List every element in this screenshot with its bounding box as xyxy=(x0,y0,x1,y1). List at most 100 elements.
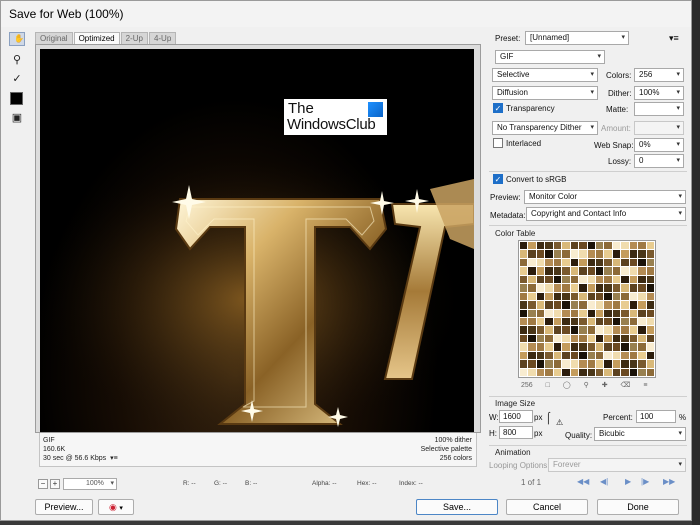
color-swatch[interactable] xyxy=(520,317,528,326)
color-swatch[interactable] xyxy=(587,267,595,275)
color-swatch[interactable] xyxy=(646,292,654,301)
color-swatch[interactable] xyxy=(545,292,553,301)
matte-select[interactable]: ▾ xyxy=(634,102,684,116)
zoom-tool-icon[interactable]: ⚲ xyxy=(9,51,25,67)
color-swatch[interactable] xyxy=(528,368,536,376)
color-swatch[interactable] xyxy=(570,368,579,376)
color-swatch[interactable] xyxy=(579,360,587,368)
color-swatch[interactable] xyxy=(629,334,638,343)
tab-2-up[interactable]: 2-Up xyxy=(120,32,148,44)
color-swatch[interactable] xyxy=(612,242,621,250)
color-swatch[interactable] xyxy=(638,334,646,343)
color-swatch[interactable] xyxy=(629,351,638,360)
color-swatch[interactable] xyxy=(562,309,570,317)
color-swatch[interactable] xyxy=(536,275,545,284)
color-swatch[interactable] xyxy=(536,351,545,360)
color-swatch[interactable] xyxy=(587,317,595,326)
color-swatch[interactable] xyxy=(587,275,595,284)
color-swatch[interactable] xyxy=(528,309,536,317)
color-swatch[interactable] xyxy=(612,351,621,360)
color-swatch[interactable] xyxy=(646,360,654,368)
color-swatch[interactable] xyxy=(629,317,638,326)
color-swatch[interactable] xyxy=(553,258,562,267)
color-swatch[interactable] xyxy=(536,301,545,309)
color-swatch[interactable] xyxy=(587,301,595,309)
color-swatch[interactable] xyxy=(587,242,595,250)
color-swatch[interactable] xyxy=(528,250,536,258)
color-swatch[interactable] xyxy=(646,258,654,267)
color-swatch[interactable] xyxy=(536,242,545,250)
color-swatch[interactable] xyxy=(638,301,646,309)
color-swatch[interactable] xyxy=(553,368,562,376)
color-swatch[interactable] xyxy=(646,326,654,334)
color-swatch[interactable] xyxy=(621,309,629,317)
color-swatch[interactable] xyxy=(579,351,587,360)
color-swatch[interactable] xyxy=(562,301,570,309)
color-swatch[interactable] xyxy=(553,250,562,258)
color-swatch[interactable] xyxy=(570,301,579,309)
color-swatch[interactable] xyxy=(528,360,536,368)
color-swatch[interactable] xyxy=(520,309,528,317)
color-swatch[interactable] xyxy=(604,343,612,351)
color-swatch[interactable] xyxy=(629,250,638,258)
color-swatch[interactable] xyxy=(604,317,612,326)
preview-button[interactable]: Preview... xyxy=(35,499,93,515)
next-frame-icon[interactable]: |▶ xyxy=(641,477,649,486)
color-swatch[interactable] xyxy=(570,250,579,258)
color-swatch[interactable] xyxy=(604,250,612,258)
color-swatch[interactable] xyxy=(638,326,646,334)
metadata-select[interactable]: Copyright and Contact Info ▾ xyxy=(526,207,686,221)
color-swatch[interactable] xyxy=(528,317,536,326)
color-swatch[interactable] xyxy=(638,360,646,368)
first-frame-icon[interactable]: ◀◀ xyxy=(577,477,589,486)
color-swatch[interactable] xyxy=(629,360,638,368)
color-swatch[interactable] xyxy=(621,242,629,250)
browser-preview-menu[interactable]: ◉ ▾ xyxy=(98,499,134,515)
color-swatch[interactable] xyxy=(570,309,579,317)
color-swatch[interactable] xyxy=(621,275,629,284)
color-swatch[interactable] xyxy=(638,250,646,258)
color-swatch[interactable] xyxy=(629,275,638,284)
color-swatch[interactable] xyxy=(579,250,587,258)
color-swatch[interactable] xyxy=(595,334,604,343)
color-swatch[interactable] xyxy=(545,267,553,275)
color-swatch[interactable] xyxy=(587,250,595,258)
previous-frame-icon[interactable]: ◀| xyxy=(600,477,608,486)
color-swatch[interactable] xyxy=(579,242,587,250)
color-swatch[interactable] xyxy=(520,301,528,309)
color-swatch[interactable] xyxy=(579,284,587,292)
color-swatch[interactable] xyxy=(545,301,553,309)
color-swatch[interactable] xyxy=(646,334,654,343)
color-swatch[interactable] xyxy=(570,275,579,284)
color-swatch[interactable] xyxy=(536,343,545,351)
color-swatch[interactable] xyxy=(528,326,536,334)
color-swatch[interactable] xyxy=(646,284,654,292)
color-swatch[interactable] xyxy=(604,275,612,284)
color-table-menu-icon[interactable]: ≡ xyxy=(643,382,647,389)
lossy-select[interactable]: 0 ▾ xyxy=(634,154,684,168)
color-swatch[interactable] xyxy=(595,360,604,368)
color-swatch[interactable] xyxy=(545,258,553,267)
eyedropper-color-swatch[interactable] xyxy=(10,92,23,105)
color-swatch[interactable] xyxy=(621,292,629,301)
color-swatch[interactable] xyxy=(604,292,612,301)
color-swatch[interactable] xyxy=(570,267,579,275)
color-swatch[interactable] xyxy=(629,309,638,317)
color-swatch[interactable] xyxy=(562,284,570,292)
color-swatch[interactable] xyxy=(587,284,595,292)
color-swatch[interactable] xyxy=(604,334,612,343)
preset-select[interactable]: [Unnamed] ▾ xyxy=(525,31,629,45)
color-swatch[interactable] xyxy=(595,343,604,351)
color-swatch[interactable] xyxy=(579,326,587,334)
color-swatch[interactable] xyxy=(621,301,629,309)
color-swatch[interactable] xyxy=(587,351,595,360)
color-swatch[interactable] xyxy=(604,301,612,309)
color-swatch[interactable] xyxy=(621,317,629,326)
color-swatch[interactable] xyxy=(604,351,612,360)
convert-srgb-checkbox[interactable]: ✓ xyxy=(493,174,503,184)
color-swatch[interactable] xyxy=(629,368,638,376)
color-swatch[interactable] xyxy=(579,267,587,275)
color-swatch[interactable] xyxy=(595,267,604,275)
color-swatch[interactable] xyxy=(579,258,587,267)
color-swatch[interactable] xyxy=(553,360,562,368)
